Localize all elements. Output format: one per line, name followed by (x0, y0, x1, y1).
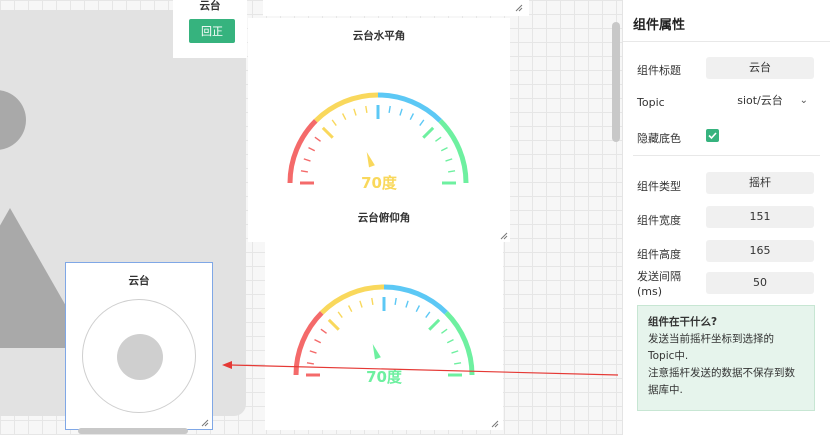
component-title-label: 组件标题 (637, 64, 681, 77)
gauge-pointer (366, 151, 375, 168)
interval-label: 发送间隔 (637, 270, 681, 283)
gauge-arc-segment (287, 119, 318, 184)
gauge-tick (321, 126, 334, 139)
gauge-tick (445, 158, 453, 162)
gauge-tick (388, 105, 391, 113)
joystick-knob[interactable] (117, 334, 163, 380)
gauge-arc-segment (444, 311, 475, 376)
gauge-pointer (372, 343, 381, 360)
gauge-horizontal-title: 云台水平角 (352, 30, 406, 42)
height-label: 组件高度 (637, 248, 681, 261)
hide-bg-label: 隐藏底色 (637, 132, 681, 145)
gauge-tick (347, 305, 353, 313)
gauge-tick (300, 170, 308, 173)
gauge-tick (399, 108, 403, 116)
gauge-pitch-value: 70度 (366, 368, 402, 386)
gauge-horizontal-value: 70度 (361, 174, 397, 192)
height-input[interactable]: 165 (706, 240, 814, 262)
top-strip-card[interactable] (263, 0, 529, 16)
gauge-tick (308, 146, 316, 152)
gauge-tick (337, 311, 343, 318)
hide-bg-checkbox[interactable] (706, 129, 719, 142)
component-title-input[interactable]: 云台 (706, 57, 814, 79)
gauge-tick (451, 350, 459, 354)
gauge-tick (441, 328, 448, 334)
gauge-tick (353, 108, 357, 116)
resize-handle[interactable] (515, 4, 523, 12)
gauge-arc-segment (320, 284, 385, 315)
gauge-arc-segment (383, 284, 448, 315)
topic-select[interactable]: siot/云台 ⌄ (706, 90, 814, 112)
gauge-horizontal-card[interactable]: 云台水平角 70度 (248, 18, 510, 242)
gauge-tick (428, 318, 441, 331)
help-line: Topic中. (648, 350, 689, 362)
gauge-tick (415, 305, 421, 313)
gauge-tick (314, 136, 321, 142)
placeholder-sun-icon (0, 90, 26, 150)
gauge-tick (331, 119, 337, 126)
help-box: 组件在干什么? 发送当前摇杆坐标到选择的 Topic中. 注意摇杆发送的数据不保… (637, 305, 815, 411)
help-title: 组件在干什么? (648, 316, 718, 328)
ptz-card-title: 云台 (199, 0, 221, 12)
topic-select-value: siot/云台 (737, 94, 783, 107)
dashboard-canvas[interactable]: 云台 回正 云台水平角 70度 云台俯仰角 70度 云台 (0, 0, 622, 435)
component-type-value: 摇杆 (706, 172, 814, 194)
gauge-tick (371, 297, 374, 305)
gauge-tick (435, 136, 442, 142)
gauge-arc-segment (377, 92, 442, 123)
vertical-scrollbar[interactable] (612, 22, 620, 142)
property-panel: 组件属性 组件标题 云台 Topic siot/云台 ⌄ 隐藏底色 组件类型 摇… (622, 0, 830, 435)
component-type-label: 组件类型 (637, 180, 681, 193)
help-line: 注意摇杆发送的数据不保存到数 (648, 367, 795, 379)
gauge-tick (394, 297, 397, 305)
interval-unit-label: (ms) (637, 285, 663, 298)
gauge-tick (303, 158, 311, 162)
gauge-tick (309, 350, 317, 354)
gauge-pitch-title: 云台俯仰角 (357, 212, 411, 224)
gauge-pitch-dial (293, 284, 475, 377)
gauge-tick (327, 318, 340, 331)
resize-handle[interactable] (491, 420, 499, 428)
gauge-tick (425, 311, 431, 318)
help-line: 发送当前摇杆坐标到选择的 (648, 333, 774, 345)
resize-handle[interactable] (500, 232, 508, 240)
gauge-tick (440, 146, 448, 152)
reset-button[interactable]: 回正 (189, 19, 235, 43)
topic-label: Topic (637, 96, 665, 109)
check-icon (708, 132, 717, 140)
joystick-title: 云台 (128, 275, 150, 287)
width-input[interactable]: 151 (706, 206, 814, 228)
gauge-arc-segment (293, 311, 324, 376)
chevron-down-icon: ⌄ (799, 95, 808, 106)
resize-handle[interactable] (201, 419, 209, 427)
gauge-tick (306, 362, 314, 365)
gauge-tick (448, 170, 456, 173)
gauge-tick (405, 300, 409, 308)
gauge-tick (359, 300, 363, 308)
gauge-arc-segment (438, 119, 469, 184)
panel-title: 组件属性 (633, 18, 686, 33)
gauge-tick (365, 105, 368, 113)
gauge-tick (422, 126, 435, 139)
gauge-tick (409, 113, 415, 121)
gauge-tick (320, 328, 327, 334)
help-line: 据库中. (648, 384, 683, 396)
joystick-base[interactable] (82, 299, 196, 413)
gauge-arc-segment (314, 92, 379, 123)
gauge-tick (341, 113, 347, 121)
gauge-tick (446, 338, 454, 344)
interval-input[interactable]: 50 (706, 272, 814, 294)
width-label: 组件宽度 (637, 214, 681, 227)
horizontal-scrollbar[interactable] (78, 428, 188, 434)
gauge-tick (419, 119, 425, 126)
gauge-tick (314, 338, 322, 344)
joystick-card[interactable]: 云台 (65, 262, 213, 430)
gauge-tick (454, 362, 462, 365)
